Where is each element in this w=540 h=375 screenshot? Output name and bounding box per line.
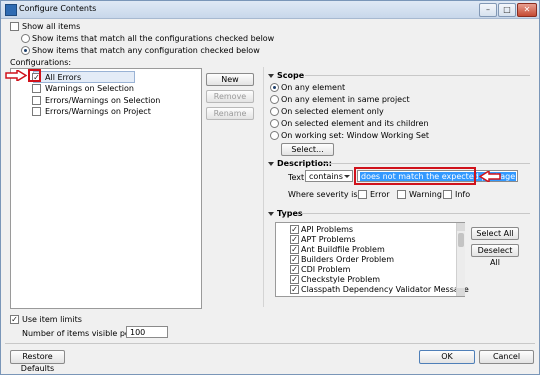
match-any-label: Show items that match any configuration … [32,46,260,55]
chevron-down-icon [344,175,350,178]
description-separator [323,163,530,164]
config-item-errors-warnings-selection[interactable]: Errors/Warnings on Selection [45,96,160,105]
annotation-arrow-left-icon [5,70,27,81]
scope-working-set-radio[interactable] [270,131,279,140]
annotation-arrow-right-icon [479,171,501,182]
type-ant-checkbox[interactable]: ✓ [290,245,299,254]
show-all-items-checkbox[interactable] [10,22,19,31]
types-list[interactable]: ✓ API Problems ✓ APT Problems ✓ Ant Buil… [275,222,469,297]
type-item-classpath[interactable]: Classpath Dependency Validator Message [301,285,469,294]
new-button[interactable]: New [206,73,254,86]
use-item-limits-checkbox[interactable]: ✓ [10,315,19,324]
type-item-apt[interactable]: APT Problems [301,235,356,244]
cancel-button[interactable]: Cancel [479,350,534,364]
type-api-checkbox[interactable]: ✓ [290,225,299,234]
configure-contents-dialog: Configure Contents – □ ✕ Show all items … [0,0,540,375]
operator-value: contains [309,172,343,181]
scroll-up-icon[interactable] [457,223,465,231]
types-separator [301,213,530,214]
type-classpath-checkbox[interactable]: ✓ [290,285,299,294]
scope-children-label: On selected element and its children [281,119,429,128]
operator-select[interactable]: contains [305,170,353,182]
vertical-divider [263,67,264,307]
severity-label: Where severity is: [288,190,361,199]
type-item-builders[interactable]: Builders Order Problem [301,255,394,264]
app-icon [5,4,17,16]
ok-button[interactable]: OK [419,350,475,364]
restore-defaults-button[interactable]: Restore Defaults [10,350,65,373]
scope-title: Scope [277,71,305,80]
warnings-on-selection-checkbox[interactable] [32,84,41,93]
match-all-radio[interactable] [21,34,30,43]
severity-info-label: Info [455,190,471,199]
scope-same-project-radio[interactable] [270,95,279,104]
z [358,190,367,199]
scroll-thumb[interactable] [458,233,464,247]
config-item-errors-warnings-project[interactable]: Errors/Warnings on Project [45,107,151,116]
types-title: Types [277,209,303,218]
window-title: Configure Contents [19,4,97,13]
scope-any-element-radio[interactable] [270,83,279,92]
severity-warning-label: Warning [409,190,442,199]
show-all-items-label: Show all items [22,22,81,31]
type-item-api[interactable]: API Problems [301,225,353,234]
errors-warnings-project-checkbox[interactable] [32,107,41,116]
scope-same-project-label: On any element in same project [281,95,410,104]
per-group-input[interactable]: 100 [126,326,168,338]
config-item-all-errors[interactable]: All Errors [45,73,81,82]
severity-warning-checkbox[interactable] [397,190,406,199]
type-checkstyle-checkbox[interactable]: ✓ [290,275,299,284]
annotation-box-text [354,167,476,185]
scope-selected-only-radio[interactable] [270,107,279,116]
type-item-ant[interactable]: Ant Buildfile Problem [301,245,385,254]
type-item-cdi[interactable]: CDI Problem [301,265,350,274]
scope-any-element-label: On any element [281,83,346,92]
description-collapse-icon[interactable] [268,162,274,166]
config-item-warnings-on-selection[interactable]: Warnings on Selection [45,84,134,93]
scope-working-set-label: On working set: Window Working Set [281,131,430,140]
scope-children-radio[interactable] [270,119,279,128]
type-apt-checkbox[interactable]: ✓ [290,235,299,244]
minimize-button[interactable]: – [479,3,497,17]
errors-warnings-selection-checkbox[interactable] [32,96,41,105]
match-any-radio[interactable] [21,46,30,55]
per-group-value: 100 [130,328,146,337]
deselect-all-button[interactable]: Deselect All [471,244,519,267]
scope-selected-only-label: On selected element only [281,107,384,116]
scroll-down-icon[interactable] [457,288,465,296]
severity-info-checkbox[interactable] [443,190,452,199]
configurations-list[interactable]: ✓ All Errors Warnings on Selection Error… [10,68,202,309]
use-item-limits-label: Use item limits [22,315,82,324]
close-button[interactable]: ✕ [517,3,537,17]
type-item-checkstyle[interactable]: Checkstyle Problem [301,275,380,284]
maximize-button[interactable]: □ [498,3,516,17]
types-collapse-icon[interactable] [268,212,274,216]
select-all-button[interactable]: Select All [471,227,519,240]
scope-separator [305,75,530,76]
configurations-label: Configurations: [10,58,72,67]
annotation-box-checkbox [28,69,41,82]
footer-separator [5,343,535,344]
select-working-set-button[interactable]: Select... [281,143,334,156]
scope-collapse-icon[interactable] [268,74,274,78]
types-scrollbar[interactable] [456,223,465,296]
rename-button[interactable]: Rename [206,107,254,120]
type-builders-checkbox[interactable]: ✓ [290,255,299,264]
match-all-label: Show items that match all the configurat… [32,34,275,43]
severity-error-label: Error [370,190,390,199]
title-bar[interactable]: Configure Contents – □ ✕ [1,1,539,19]
remove-button[interactable]: Remove [206,90,254,103]
type-cdi-checkbox[interactable]: ✓ [290,265,299,274]
